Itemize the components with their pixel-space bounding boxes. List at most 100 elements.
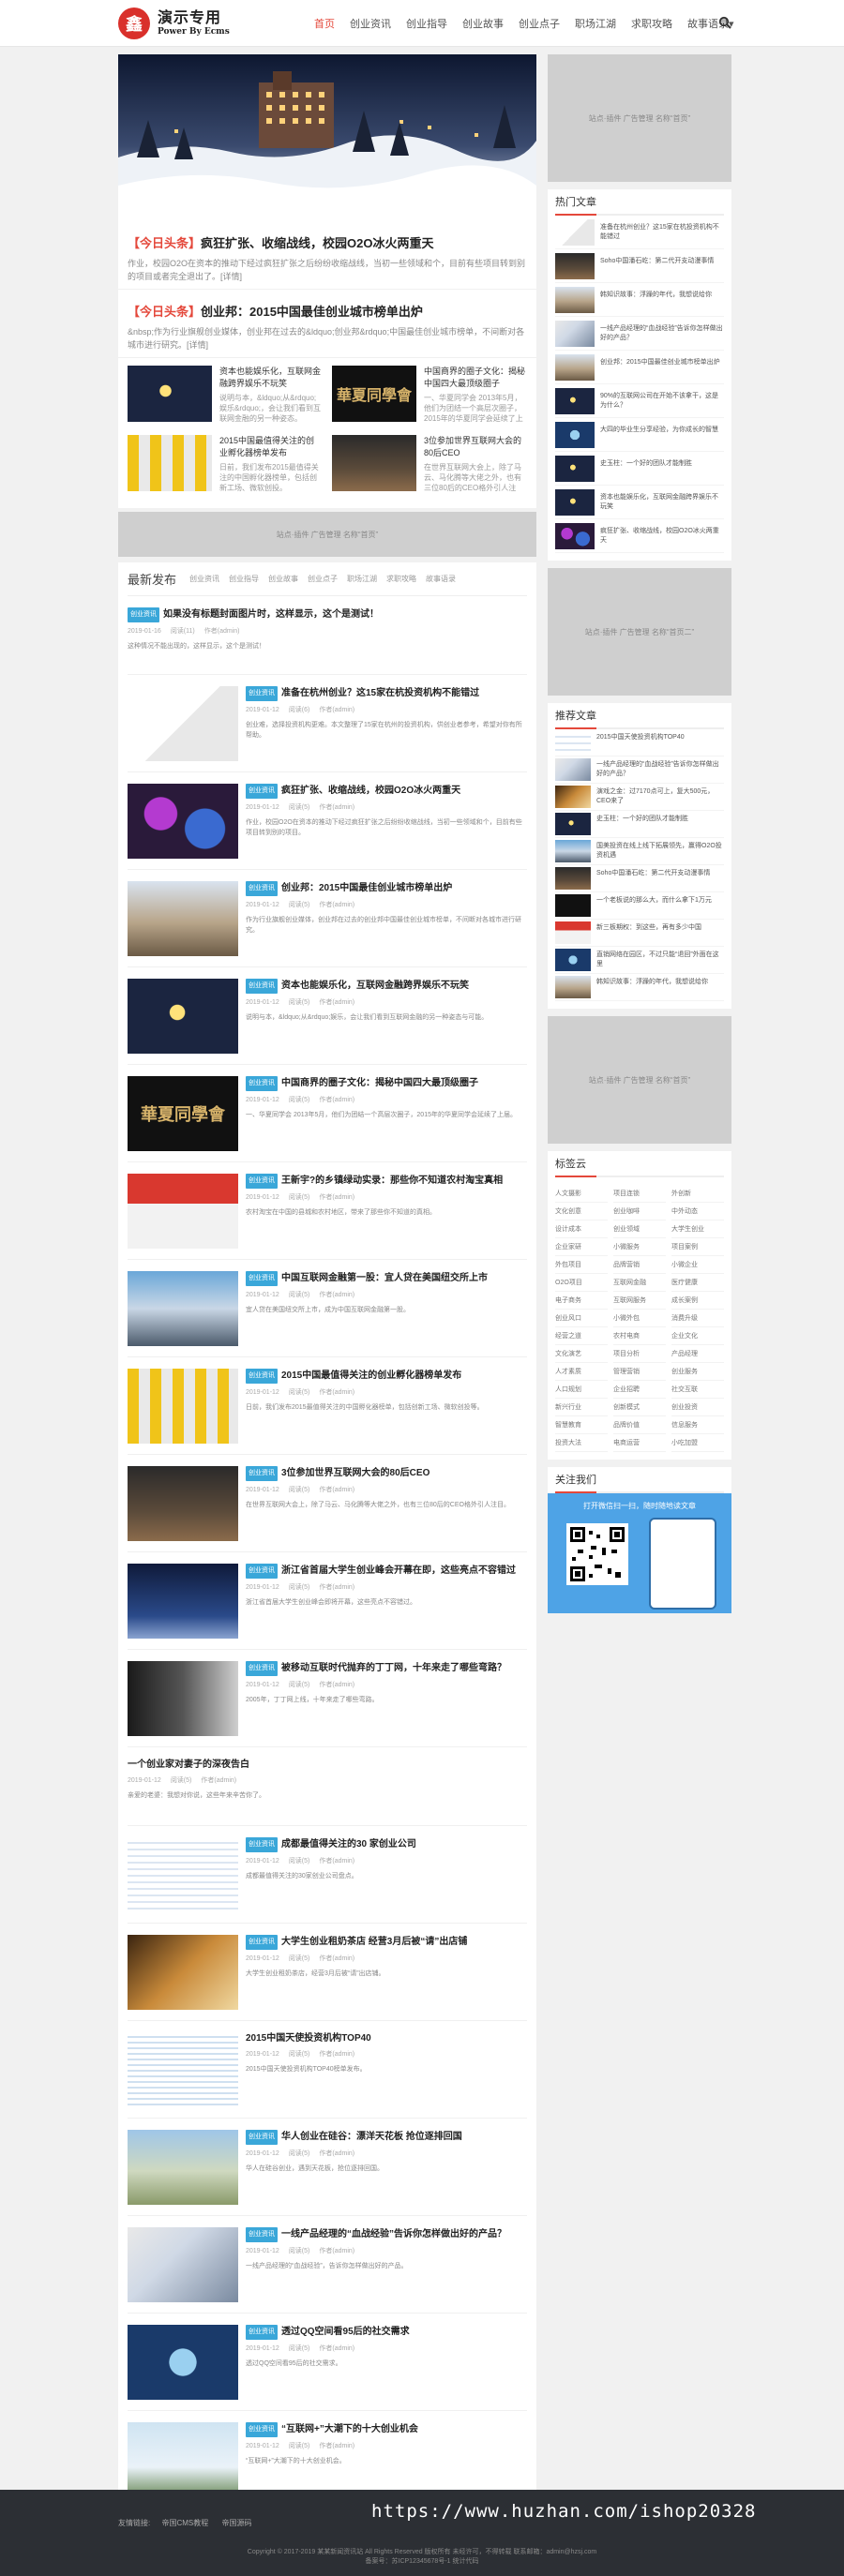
hot-article-item[interactable]: 疯狂扩张、收缩战线，校园O2O冰火两重天 — [555, 519, 724, 553]
latest-tab[interactable]: 故事语录 — [426, 574, 456, 584]
recommended-title[interactable]: 一个老板说的那么大，而什么拿下1万元 — [596, 896, 712, 915]
recommended-thumb[interactable] — [555, 949, 591, 971]
post-title[interactable]: 创业资讯 大学生创业租奶茶店 经营3月后被“请”出店铺 — [246, 1935, 527, 1950]
post-item[interactable]: 创业资讯 2015中国最值得关注的创业孵化器榜单发布 2019-01-12 阅读(5)… — [128, 1357, 527, 1455]
ad-banner[interactable]: 站点·插件 广告管理 名称“首页” — [118, 512, 536, 557]
latest-tab[interactable]: 创业指导 — [229, 574, 259, 584]
category-badge[interactable]: 创业资讯 — [246, 1174, 278, 1189]
hero-slider[interactable] — [118, 54, 536, 221]
post-thumbnail[interactable] — [128, 1369, 238, 1444]
post-item[interactable]: 一个创业家对妻子的深夜告白 2019-01-12 阅读(5) 作者(admin) 亲爱的… — [128, 1747, 527, 1826]
post-title[interactable]: 创业资讯 如果没有标题封面图片时，这样显示，这个是测试！ — [128, 607, 527, 622]
tag-link[interactable]: 社交互联 — [671, 1381, 724, 1399]
post-thumbnail[interactable] — [128, 1935, 238, 2010]
tag-link[interactable]: 人才素质 — [555, 1363, 608, 1381]
post-item[interactable]: 创业资讯 成都最值得关注的30 家创业公司 2019-01-12 阅读(5) 作者(ad… — [128, 1826, 527, 1924]
category-badge[interactable]: 创业资讯 — [246, 2422, 278, 2437]
hot-article-thumb[interactable] — [555, 286, 595, 313]
post-item[interactable]: 華夏同學會 创业资讯 中国商界的圈子文化：揭秘中国四大最顶级圈子 2019-01-12… — [128, 1065, 527, 1162]
category-badge[interactable]: 创业资讯 — [128, 607, 159, 622]
slider-dot[interactable] — [336, 210, 341, 216]
post-thumbnail[interactable] — [128, 1466, 238, 1541]
nav-workplace[interactable]: 职场江湖 — [575, 16, 616, 31]
tag-link[interactable]: 人口规划 — [555, 1381, 608, 1399]
post-item[interactable]: 创业资讯 中国互联网金融第一股：宜人贷在美国纽交所上市 2019-01-12 阅读(5… — [128, 1260, 527, 1357]
recommended-thumb[interactable] — [555, 894, 591, 917]
recommended-item[interactable]: 2015中国天使投资机构TOP40 — [555, 729, 724, 756]
feature-thumb[interactable] — [128, 366, 212, 422]
tag-link[interactable]: 经营之道 — [555, 1327, 608, 1345]
post-item[interactable]: 创业资讯 3位参加世界互联网大会的80后CEO 2019-01-12 阅读(5) 作者(… — [128, 1455, 527, 1552]
post-title[interactable]: 创业资讯 王新宇?的乡镇绿动实录：那些你不知道农村淘宝真相 — [246, 1174, 527, 1189]
category-badge[interactable]: 创业资讯 — [246, 1466, 278, 1481]
tag-link[interactable]: 智慧教育 — [555, 1416, 608, 1434]
tag-link[interactable]: 产品经理 — [671, 1345, 724, 1363]
tag-link[interactable]: 小微企业 — [671, 1256, 724, 1274]
recommended-thumb[interactable] — [555, 921, 591, 944]
post-item[interactable]: 创业资讯 资本也能娱乐化，互联网金融跨界娱乐不玩笑 2019-01-12 阅读(5) 作… — [128, 967, 527, 1065]
feature-item[interactable]: 资本也能娱乐化，互联网金融跨界娱乐不玩笑 说明与本，&ldquo;从&rdquo;… — [128, 366, 323, 427]
tag-link[interactable]: 创新模式 — [613, 1399, 666, 1416]
post-title[interactable]: 创业资讯 准备在杭州创业？这15家在杭投资机构不能错过 — [246, 686, 527, 701]
post-item[interactable]: 创业资讯 一线产品经理的“血战经验”告诉你怎样做出好的产品？ 2019-01-12 阅… — [128, 2216, 527, 2314]
footer-link[interactable]: 帝国CMS教程 — [161, 2519, 208, 2527]
feature-title[interactable]: 中国商界的圈子文化：揭秘中国四大最顶级圈子 — [424, 366, 527, 390]
hot-article-title[interactable]: 疯狂扩张、收缩战线，校园O2O冰火两重天 — [600, 527, 724, 546]
category-badge[interactable]: 创业资讯 — [246, 784, 278, 799]
tag-link[interactable]: 消费升级 — [671, 1310, 724, 1327]
recommended-thumb[interactable] — [555, 840, 591, 862]
tag-link[interactable]: 创业风口 — [555, 1310, 608, 1327]
post-item[interactable]: 创业资讯 王新宇?的乡镇绿动实录：那些你不知道农村淘宝真相 2019-01-12 阅读… — [128, 1162, 527, 1260]
post-thumbnail[interactable] — [128, 1837, 238, 1912]
nav-startup-stories[interactable]: 创业故事 — [462, 16, 504, 31]
headline-title[interactable]: 【今日头条】创业邦：2015中国最佳创业城市榜单出炉 — [128, 303, 527, 322]
latest-tab[interactable]: 职场江湖 — [347, 574, 377, 584]
post-title[interactable]: 创业资讯 成都最值得关注的30 家创业公司 — [246, 1837, 527, 1852]
category-badge[interactable]: 创业资讯 — [246, 1076, 278, 1091]
post-thumbnail[interactable] — [128, 1271, 238, 1346]
recommended-item[interactable]: Soho中国潘石屹：第二代开支动漫事情 — [555, 865, 724, 892]
post-item[interactable]: 创业资讯 疯狂扩张、收缩战线，校园O2O冰火两重天 2019-01-12 阅读(5) 作… — [128, 772, 527, 870]
footer-link[interactable]: 帝国源码 — [221, 2519, 251, 2527]
hot-article-item[interactable]: 创业邦：2015中国最佳创业城市榜单出炉 — [555, 351, 724, 384]
post-thumbnail[interactable] — [128, 2325, 238, 2400]
recommended-thumb[interactable] — [555, 731, 591, 754]
post-title[interactable]: 创业资讯 透过QQ空间看95后的社交需求 — [246, 2325, 527, 2340]
recommended-title[interactable]: 2015中国天使投资机构TOP40 — [596, 733, 685, 752]
recommended-thumb[interactable] — [555, 758, 591, 781]
hot-article-thumb[interactable] — [555, 320, 595, 347]
tag-link[interactable]: 中外动态 — [671, 1203, 724, 1221]
post-thumbnail[interactable] — [128, 2227, 238, 2302]
hot-article-item[interactable]: Soho中国潘石屹：第二代开支动漫事情 — [555, 249, 724, 283]
recommended-item[interactable]: 一个老板说的那么大，而什么拿下1万元 — [555, 892, 724, 920]
post-item[interactable]: 创业资讯 华人创业在硅谷：漂洋天花板 抢位逐排回国 2019-01-12 阅读(5) 作… — [128, 2119, 527, 2216]
hot-article-thumb[interactable] — [555, 218, 595, 246]
post-thumbnail[interactable]: 華夏同學會 — [128, 1076, 238, 1151]
post-thumbnail[interactable] — [128, 2422, 238, 2497]
feature-item[interactable]: 3位参加世界互联网大会的80后CEO 在世界互联网大会上，除了马云、马化腾等大佬之… — [332, 435, 527, 497]
tag-link[interactable]: 小微服务 — [613, 1238, 666, 1256]
feature-thumb[interactable] — [128, 435, 212, 491]
hot-article-item[interactable]: 韩知识故事：浮躁的年代，我想说给你 — [555, 283, 724, 317]
nav-startup-news[interactable]: 创业资讯 — [350, 16, 391, 31]
latest-tab[interactable]: 创业资讯 — [189, 574, 219, 584]
tag-link[interactable]: 创业投资 — [671, 1399, 724, 1416]
post-thumbnail[interactable] — [128, 2032, 238, 2107]
post-title[interactable]: 创业资讯 资本也能娱乐化，互联网金融跨界娱乐不玩笑 — [246, 979, 527, 994]
tag-link[interactable]: 文化创意 — [555, 1203, 608, 1221]
recommended-title[interactable]: 一线产品经理的“血战经验”告诉你怎样做出好的产品？ — [596, 760, 724, 779]
post-thumbnail[interactable] — [128, 881, 238, 956]
recommended-title[interactable]: 直销网络在园区，不过只能“退回”外面在这里 — [596, 951, 724, 969]
recommended-title[interactable]: 韩知识故事：浮躁的年代，我想说给你 — [596, 978, 708, 996]
tag-link[interactable]: 大学生创业 — [671, 1221, 724, 1238]
tag-link[interactable]: 小微外包 — [613, 1310, 666, 1327]
hot-article-title[interactable]: Soho中国潘石屹：第二代开支动漫事情 — [600, 257, 714, 276]
recommended-title[interactable]: 新三板期权：到这些，再有多少中国 — [596, 923, 701, 942]
category-badge[interactable]: 创业资讯 — [246, 2325, 278, 2340]
tag-link[interactable]: 创业咖啡 — [613, 1203, 666, 1221]
post-item[interactable]: 创业资讯 如果没有标题封面图片时，这样显示，这个是测试！ 2019-01-16 阅读(… — [128, 596, 527, 675]
hot-article-item[interactable]: 史玉柱：一个好的团队才能制胜 — [555, 452, 724, 486]
site-logo[interactable]: 鑫 演示专用 Power By Ecms — [118, 7, 230, 39]
recommended-item[interactable]: 国美投资在线上线下拓展领先，赢得O2O投资机遇 — [555, 838, 724, 865]
hot-article-thumb[interactable] — [555, 387, 595, 414]
